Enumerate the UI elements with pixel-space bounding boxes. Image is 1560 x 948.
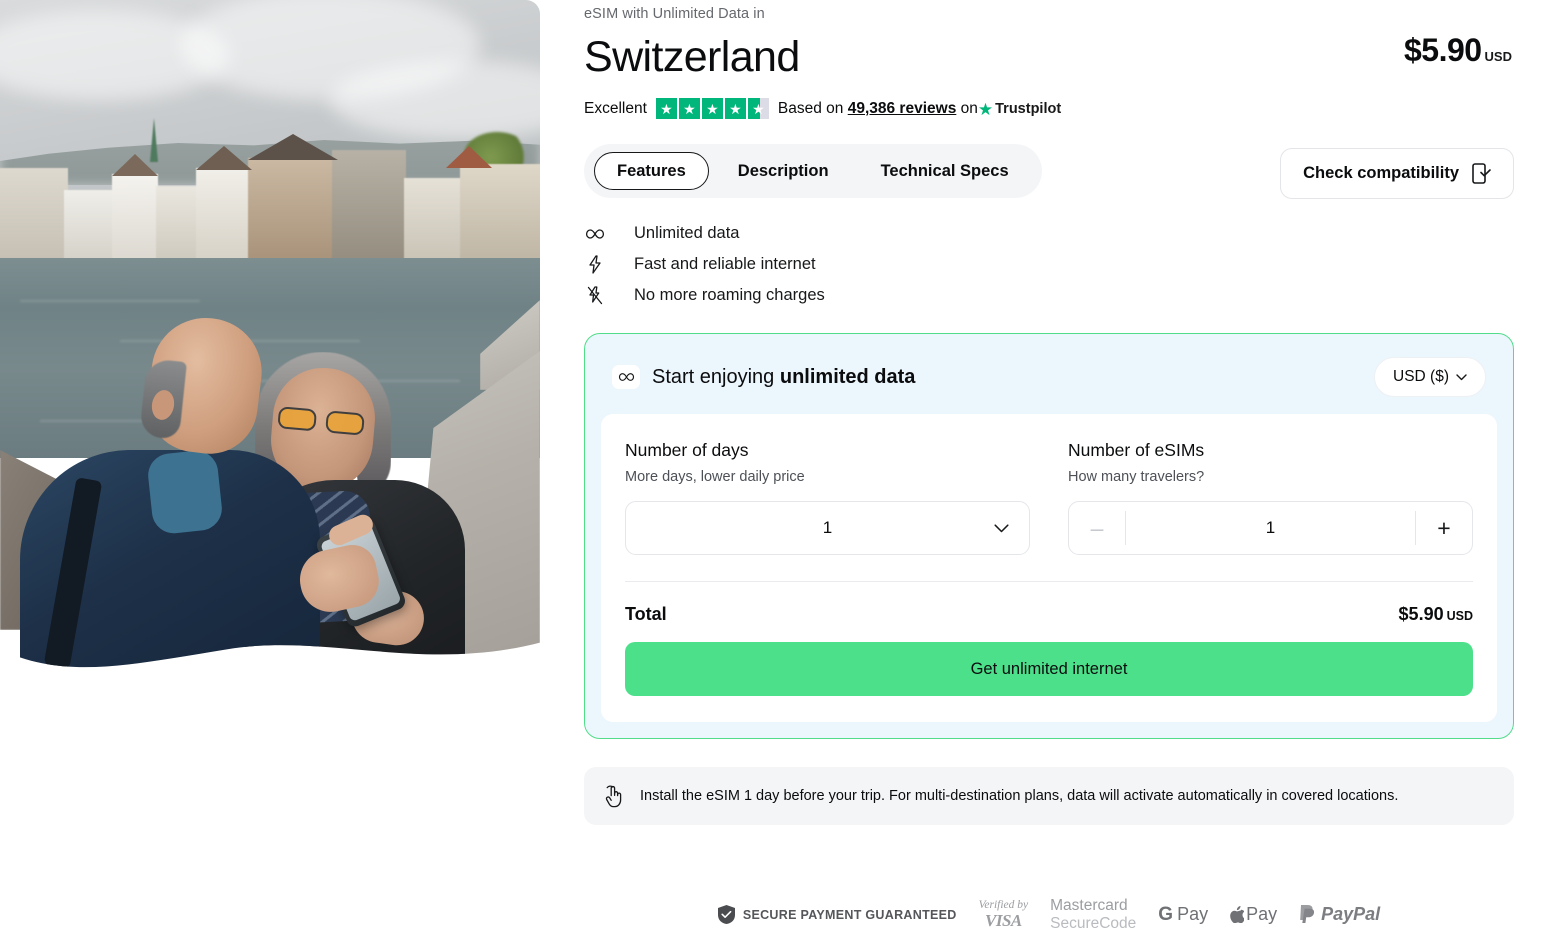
man-collar [146, 449, 224, 536]
esims-value: 1 [1265, 518, 1276, 538]
days-selector-group: Number of days More days, lower daily pr… [625, 440, 1030, 556]
esims-selector-group: Number of eSIMs How many travelers? – 1 … [1068, 440, 1473, 556]
tab-description[interactable]: Description [715, 152, 852, 190]
purchase-card: Start enjoying unlimited data USD ($) Nu… [584, 333, 1514, 740]
total-label: Total [625, 604, 667, 625]
days-title: Number of days [625, 440, 749, 461]
google-g-icon: G [1158, 903, 1174, 925]
product-page: eSIM with Unlimited Data in Switzerland … [0, 0, 1560, 948]
tab-features[interactable]: Features [594, 152, 709, 191]
church-spire [150, 118, 158, 162]
google-pay-logo: G Pay [1158, 904, 1208, 926]
star-icon: ★ [655, 98, 677, 120]
feature-label: No more roaming charges [634, 286, 825, 305]
chevron-down-icon [994, 524, 1009, 533]
bolt-slash-icon [584, 286, 606, 305]
star-icon-partial: ★ [747, 98, 769, 120]
apple-icon [1230, 906, 1245, 924]
shield-check-icon [717, 905, 735, 925]
install-notice-text: Install the eSIM 1 day before your trip.… [640, 788, 1399, 805]
eyebrow-text: eSIM with Unlimited Data in [584, 6, 765, 22]
paypal-icon [1299, 905, 1316, 924]
star-icon: ★ [701, 98, 723, 120]
price-currency: USD [1484, 49, 1512, 64]
check-compatibility-label: Check compatibility [1303, 164, 1459, 183]
feature-list: Unlimited data Fast and reliable interne… [584, 224, 1536, 305]
decrease-esims-button[interactable]: – [1069, 502, 1125, 554]
esims-subtitle: How many travelers? [1068, 469, 1205, 486]
price-value: $5.90 [1403, 32, 1482, 68]
check-compatibility-button[interactable]: Check compatibility [1280, 148, 1514, 200]
securecode-wordmark: SecureCode [1050, 914, 1137, 932]
section-divider [625, 581, 1473, 583]
headline-price: $5.90 USD [1404, 32, 1512, 69]
secure-payment-label: SECURE PAYMENT GUARANTEED [742, 907, 957, 922]
trustpilot-wordmark: Trustpilot [995, 101, 1062, 118]
zurich-couple-photo [0, 0, 540, 680]
product-details: eSIM with Unlimited Data in Switzerland … [584, 0, 1536, 948]
tab-list: Features Description Technical Specs [584, 144, 1042, 199]
phone-check-icon [1472, 163, 1491, 184]
mastercard-securecode-logo: Mastercard SecureCode [1050, 897, 1136, 932]
based-on-label: Based on [777, 99, 844, 117]
reviews-link[interactable]: 49,386 reviews [848, 100, 957, 117]
review-summary: Based on 49,386 reviews on ★ Trustpilot [778, 100, 1061, 118]
bolt-icon [584, 255, 606, 274]
paypal-wordmark: PayPal [1321, 904, 1381, 925]
apple-pay-logo: Pay [1230, 904, 1277, 925]
esims-stepper: – 1 + [1068, 501, 1473, 556]
feature-item: Unlimited data [584, 224, 1536, 243]
star-rating: ★ ★ ★ ★ ★ [655, 98, 769, 120]
star-icon: ★ [724, 98, 746, 120]
infinity-icon [612, 365, 640, 390]
visa-wordmark: VISA [984, 910, 1022, 930]
paypal-logo: PayPal [1299, 904, 1380, 925]
configurator: Number of days More days, lower daily pr… [601, 414, 1497, 723]
purchase-card-header: Start enjoying unlimited data USD ($) [601, 350, 1497, 414]
tab-technical-specs[interactable]: Technical Specs [858, 152, 1032, 190]
get-unlimited-internet-button[interactable]: Get unlimited internet [625, 642, 1473, 697]
chevron-down-icon [1456, 374, 1467, 381]
days-dropdown[interactable]: 1 [625, 501, 1030, 556]
feature-item: Fast and reliable internet [584, 255, 1536, 274]
purchase-heading-prefix: Start enjoying [652, 365, 780, 388]
days-subtitle: More days, lower daily price [625, 469, 805, 486]
install-notice: Install the eSIM 1 day before your trip.… [584, 767, 1514, 826]
currency-selected-label: USD ($) [1393, 368, 1449, 386]
total-currency: USD [1446, 609, 1473, 624]
zurich-old-town [0, 140, 540, 260]
currency-selector[interactable]: USD ($) [1374, 357, 1486, 398]
trustpilot-rating: Excellent ★ ★ ★ ★ ★ Based on 49,386 revi… [584, 98, 1536, 120]
trustpilot-star-icon: ★ [977, 99, 994, 119]
star-icon: ★ [678, 98, 700, 120]
days-value: 1 [822, 518, 833, 538]
apple-pay-label: Pay [1246, 904, 1278, 925]
google-pay-label: Pay [1177, 904, 1209, 925]
page-title: Switzerland [584, 33, 800, 81]
tabs-row: Features Description Technical Specs Che… [584, 144, 1536, 200]
feature-label: Unlimited data [634, 224, 740, 243]
feature-label: Fast and reliable internet [634, 255, 816, 274]
total-price: $5.90 [1398, 604, 1444, 625]
increase-esims-button[interactable]: + [1416, 502, 1472, 554]
infinity-icon [584, 228, 606, 240]
visa-logo: Verified by VISA [979, 900, 1029, 929]
purchase-heading-bold: unlimited data [779, 365, 916, 388]
tap-gesture-icon [604, 784, 624, 808]
rating-label: Excellent [584, 99, 647, 117]
secure-payment-badge: SECURE PAYMENT GUARANTEED [717, 905, 957, 925]
mastercard-wordmark: Mastercard [1050, 897, 1128, 915]
payment-badges: SECURE PAYMENT GUARANTEED Verified by VI… [584, 897, 1514, 932]
total-amount: $5.90 USD [1399, 604, 1473, 625]
on-label: on [960, 99, 978, 117]
total-row: Total $5.90 USD [625, 604, 1473, 625]
feature-item: No more roaming charges [584, 286, 1536, 305]
hero-image [0, 0, 540, 680]
purchase-card-title: Start enjoying unlimited data [652, 366, 915, 389]
trustpilot-logo: ★ Trustpilot [978, 101, 1061, 118]
esims-title: Number of eSIMs [1068, 440, 1205, 461]
